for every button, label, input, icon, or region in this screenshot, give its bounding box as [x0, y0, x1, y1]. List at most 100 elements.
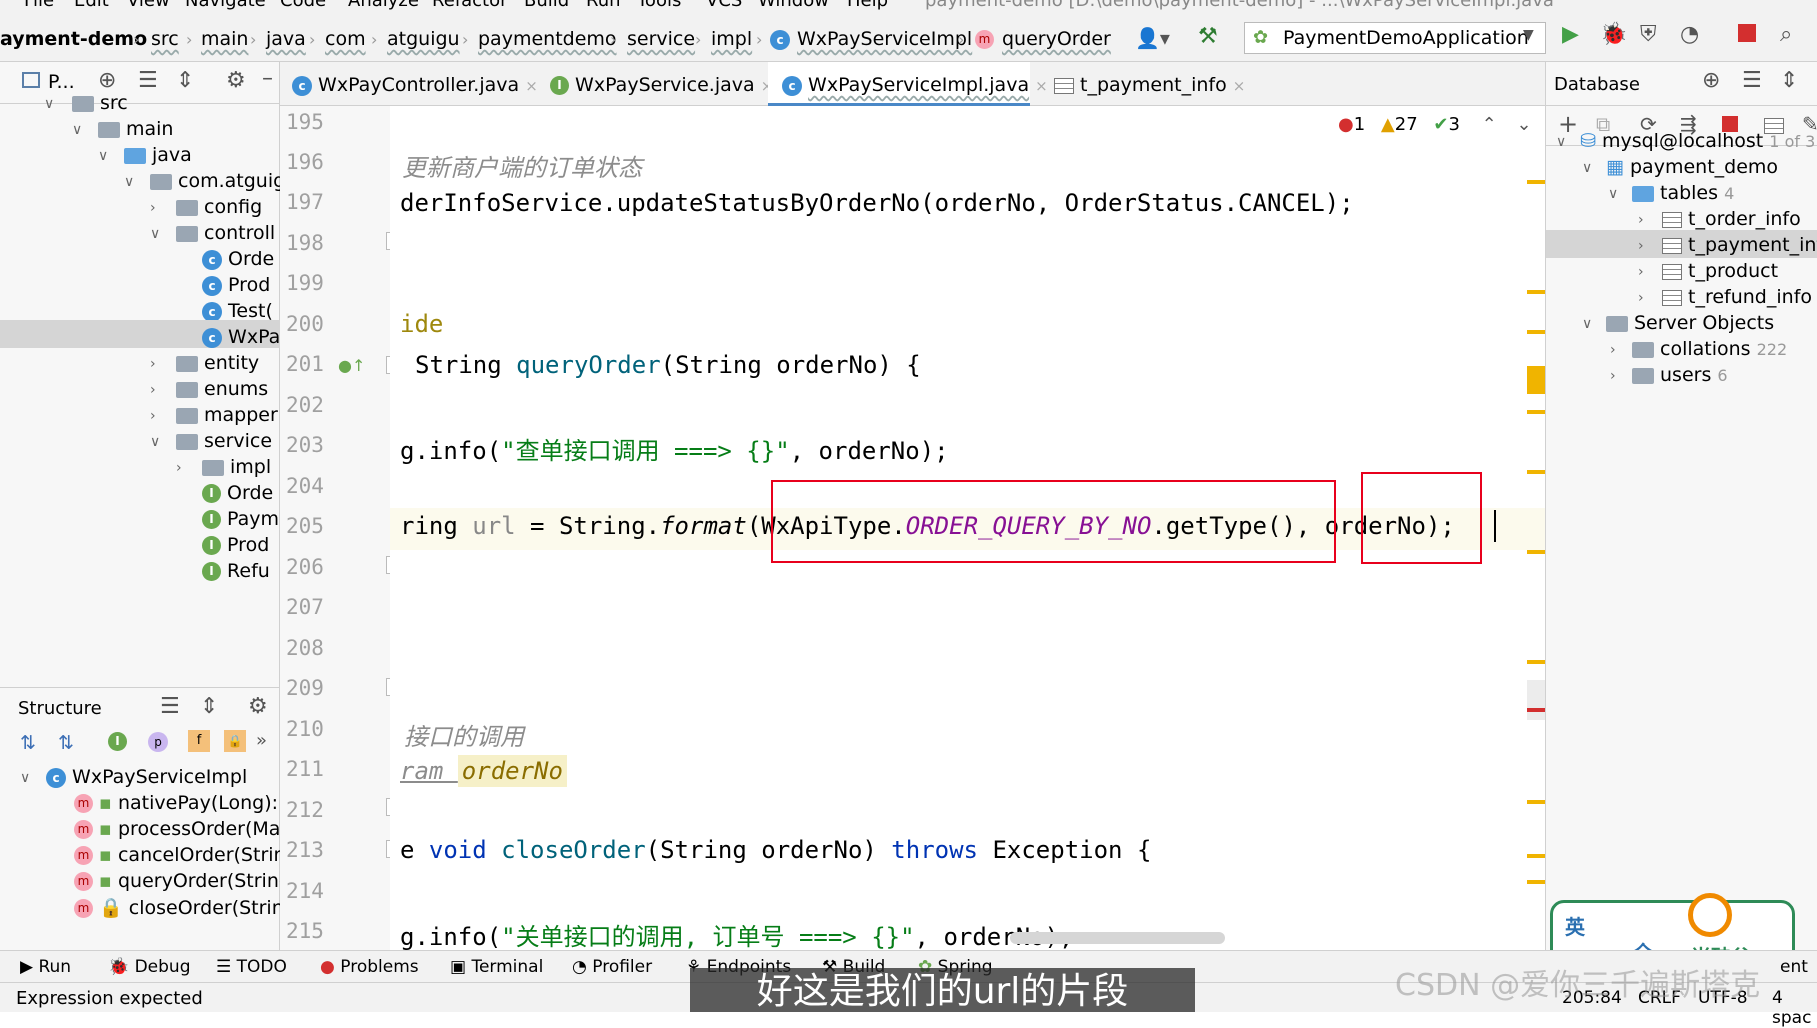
breadcrumb-paymentdemo[interactable]: paymentdemo	[478, 28, 617, 50]
tab-t-payment-info[interactable]: t_payment_info ×	[1054, 74, 1245, 96]
tree-item-main[interactable]: main	[98, 118, 173, 140]
menu-navigate[interactable]: Navigate	[185, 0, 266, 10]
profile-icon[interactable]: ◔	[1680, 22, 1699, 47]
db-tables-folder[interactable]: tables 4	[1632, 182, 1734, 204]
tree-item-mapper[interactable]: mapper	[176, 404, 280, 426]
breadcrumb-project[interactable]: ayment-demo	[0, 28, 147, 50]
chevron-down-icon[interactable]: ∨	[98, 148, 108, 164]
warning-marker[interactable]	[1527, 854, 1545, 858]
tool-terminal[interactable]: ▣ Terminal	[450, 957, 543, 977]
warning-marker[interactable]	[1527, 470, 1545, 474]
tree-item-interface[interactable]: I Paym	[202, 508, 280, 530]
chevron-up-icon[interactable]: ⌃	[1482, 114, 1497, 135]
close-icon[interactable]: ×	[1035, 77, 1048, 95]
sort-alpha-icon[interactable]: ⇅	[20, 732, 36, 754]
locate-icon[interactable]: ⊕	[98, 68, 116, 93]
chevron-down-icon[interactable]: ∨	[44, 96, 54, 112]
chevron-down-icon[interactable]: ∨	[150, 434, 160, 450]
tree-item-java[interactable]: java	[124, 144, 192, 166]
indent-setting[interactable]: 4 spac	[1772, 988, 1817, 1028]
collapse-all-icon[interactable]: ⇕	[1780, 68, 1798, 93]
event-log[interactable]: ent	[1780, 957, 1808, 977]
property-icon[interactable]: p	[148, 732, 168, 752]
warning-marker[interactable]	[1527, 330, 1545, 334]
db-server-objects[interactable]: Server Objects	[1606, 312, 1774, 334]
field-icon[interactable]: f	[188, 730, 210, 752]
horizontal-scrollbar[interactable]	[1010, 932, 1225, 944]
run-config-select[interactable]: ✿ PaymentDemoApplication ▼	[1244, 22, 1546, 54]
chevron-right-icon[interactable]: ›	[176, 460, 182, 476]
tool-todo[interactable]: ☰ TODO	[216, 957, 287, 977]
inherited-icon[interactable]: I	[108, 730, 127, 752]
tree-item-enums[interactable]: enums	[176, 378, 268, 400]
db-connection[interactable]: ⛁ mysql@localhost 1 of 3	[1580, 130, 1817, 152]
tree-item-impl[interactable]: impl	[202, 456, 271, 478]
menu-vcs[interactable]: VCS	[706, 0, 742, 10]
db-table-selected[interactable]: t_payment_info	[1662, 234, 1817, 256]
structure-member[interactable]: m ▪ queryOrder(String	[74, 870, 280, 892]
menu-file[interactable]: File	[24, 0, 54, 10]
tree-item-interface[interactable]: I Prod	[202, 534, 280, 556]
tree-item-class[interactable]: c Prod	[202, 274, 280, 296]
chevron-down-icon[interactable]: ∨	[20, 770, 30, 786]
warning-marker[interactable]	[1527, 290, 1545, 294]
tree-item-class[interactable]: c Test(	[202, 300, 280, 322]
coverage-icon[interactable]: ⛨	[1640, 22, 1657, 47]
structure-member[interactable]: m ▪ cancelOrder(Strin	[74, 844, 280, 866]
chevron-right-icon[interactable]: ›	[1638, 238, 1644, 254]
breadcrumb-java[interactable]: java	[266, 28, 306, 50]
ime-lang[interactable]: 英	[1565, 911, 1585, 940]
tree-item-class[interactable]: c Orde	[202, 248, 280, 270]
tool-problems[interactable]: ● Problems	[320, 957, 419, 977]
breadcrumb-atguigu[interactable]: atguigu	[387, 28, 460, 50]
menu-code[interactable]: Code	[280, 0, 326, 10]
structure-member[interactable]: m 🔒 closeOrder(String	[74, 896, 280, 919]
menu-help[interactable]: Help	[847, 0, 888, 10]
tree-item-class-selected[interactable]: c WxPa	[202, 326, 280, 348]
collapse-all-icon[interactable]: ⇕	[176, 68, 194, 93]
warning-marker[interactable]	[1527, 880, 1545, 884]
menu-refactor[interactable]: Refactor	[432, 0, 508, 10]
expand-all-icon[interactable]: ☰	[138, 68, 158, 93]
menu-window[interactable]: Window	[758, 0, 829, 10]
db-collations[interactable]: collations 222	[1632, 338, 1787, 360]
tool-profiler[interactable]: ◔ Profiler	[572, 957, 652, 977]
chevron-down-icon[interactable]: ⌄	[1517, 114, 1532, 135]
chevron-down-icon[interactable]: ∨	[1556, 134, 1566, 150]
minimize-icon[interactable]: –	[262, 66, 273, 91]
tree-item-interface[interactable]: I Orde	[202, 482, 280, 504]
chevron-down-icon[interactable]: ∨	[72, 122, 82, 138]
db-schema[interactable]: ▦ payment_demo	[1606, 156, 1778, 178]
structure-member[interactable]: m ▪ nativePay(Long): I	[74, 792, 280, 814]
debug-icon[interactable]: 🐞	[1600, 22, 1627, 47]
chevron-down-icon[interactable]: ∨	[1608, 186, 1618, 202]
tab-wxpayserviceimpl-active[interactable]: c WxPayServiceImpl.java ×	[782, 74, 1048, 96]
breadcrumb-service[interactable]: service	[627, 28, 695, 50]
lock-icon[interactable]: 🔒	[224, 730, 246, 752]
sort-visibility-icon[interactable]: ⇅	[58, 732, 74, 754]
db-table[interactable]: t_refund_info	[1662, 286, 1817, 308]
breadcrumb-impl[interactable]: impl	[711, 28, 752, 50]
breadcrumb-src[interactable]: src	[151, 28, 179, 50]
structure-root[interactable]: c WxPayServiceImpl	[46, 766, 247, 788]
inspection-widget[interactable]: ●1 ▲27 ✔3 ⌃ ⌄	[1338, 114, 1532, 135]
gear-icon[interactable]: ⚙	[248, 694, 268, 719]
breadcrumb-class[interactable]: WxPayServiceImpl	[797, 28, 972, 50]
chevron-right-icon[interactable]: ›	[1638, 212, 1644, 228]
more-icon[interactable]: »	[256, 730, 267, 751]
db-users[interactable]: users 6	[1632, 364, 1728, 386]
breadcrumb-com[interactable]: com	[325, 28, 366, 50]
db-table[interactable]: t_product	[1662, 260, 1817, 282]
menu-analyze[interactable]: Analyze	[348, 0, 419, 10]
warning-marker[interactable]	[1527, 180, 1545, 184]
warning-marker[interactable]	[1527, 366, 1545, 394]
user-icon[interactable]: 👤▾	[1135, 26, 1170, 50]
tree-item-src[interactable]: src	[72, 92, 128, 114]
run-icon[interactable]: ▶	[1562, 22, 1579, 47]
menu-tools[interactable]: Tools	[637, 0, 681, 10]
chevron-down-icon[interactable]: ∨	[1582, 160, 1592, 176]
menu-run[interactable]: Run	[586, 0, 621, 10]
warning-marker[interactable]	[1527, 550, 1545, 554]
warning-marker[interactable]	[1527, 800, 1545, 804]
tree-item-config[interactable]: config	[176, 196, 262, 218]
